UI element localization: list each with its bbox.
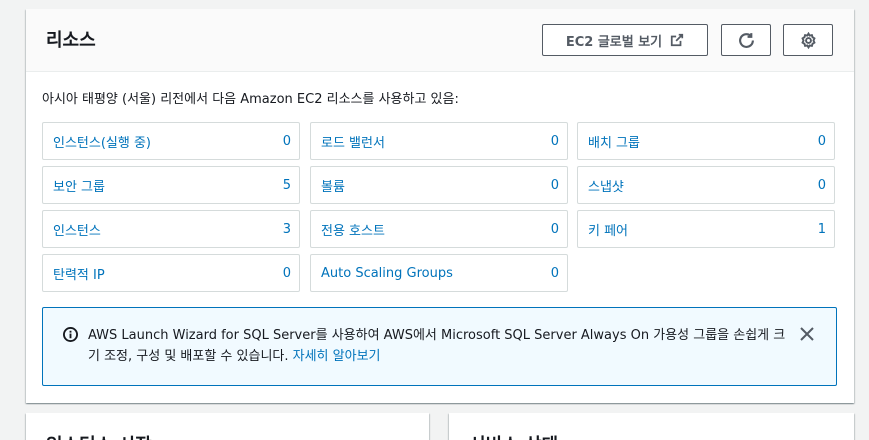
- card-value[interactable]: 1: [818, 222, 826, 237]
- card-label[interactable]: Auto Scaling Groups: [321, 266, 453, 281]
- card-dedicated-hosts[interactable]: 전용 호스트 0: [310, 210, 568, 248]
- card-value[interactable]: 5: [283, 178, 291, 193]
- card-value[interactable]: 0: [818, 134, 826, 149]
- card-label[interactable]: 인스턴스(실행 중): [53, 132, 151, 151]
- card-value[interactable]: 3: [283, 222, 291, 237]
- refresh-icon: [738, 32, 755, 49]
- card-value[interactable]: 0: [551, 178, 559, 193]
- ec2-global-view-button[interactable]: EC2 글로벌 보기: [542, 24, 708, 56]
- resources-header: 리소스 EC2 글로벌 보기: [26, 9, 854, 72]
- card-security-groups[interactable]: 보안 그룹 5: [42, 166, 300, 204]
- card-auto-scaling-groups[interactable]: Auto Scaling Groups 0: [310, 254, 568, 292]
- info-alert: AWS Launch Wizard for SQL Server를 사용하여 A…: [42, 307, 837, 386]
- card-running-instances[interactable]: 인스턴스(실행 중) 0: [42, 122, 300, 160]
- info-alert-text: AWS Launch Wizard for SQL Server를 사용하여 A…: [88, 325, 788, 367]
- refresh-button[interactable]: [721, 24, 771, 56]
- close-icon[interactable]: [799, 326, 815, 346]
- card-value[interactable]: 0: [551, 134, 559, 149]
- card-label[interactable]: 보안 그룹: [53, 176, 105, 195]
- resources-panel: 리소스 EC2 글로벌 보기 아시아 태평양 (서울) 리전에서 다음 Amaz…: [26, 9, 854, 403]
- card-label[interactable]: 배치 그룹: [588, 132, 640, 151]
- card-volumes[interactable]: 볼륨 0: [310, 166, 568, 204]
- card-label[interactable]: 로드 밸런서: [321, 132, 385, 151]
- settings-button[interactable]: [783, 24, 833, 56]
- service-health-title: 서비스 상태: [469, 431, 558, 440]
- learn-more-link[interactable]: 자세히 알아보기: [293, 349, 381, 364]
- card-label[interactable]: 탄력적 IP: [53, 264, 105, 283]
- gear-icon: [800, 31, 817, 49]
- ec2-global-view-label: EC2 글로벌 보기: [565, 34, 663, 50]
- card-value[interactable]: 0: [551, 222, 559, 237]
- card-key-pairs[interactable]: 키 페어 1: [577, 210, 835, 248]
- card-value[interactable]: 0: [283, 134, 291, 149]
- card-instances[interactable]: 인스턴스 3: [42, 210, 300, 248]
- resources-description: 아시아 태평양 (서울) 리전에서 다음 Amazon EC2 리소스를 사용하…: [42, 92, 459, 107]
- card-label[interactable]: 키 페어: [588, 220, 628, 239]
- launch-instance-title: 인스턴스 시작: [46, 431, 152, 440]
- card-label[interactable]: 인스턴스: [53, 220, 101, 239]
- info-icon: [63, 327, 78, 346]
- info-alert-message: AWS Launch Wizard for SQL Server를 사용하여 A…: [88, 328, 786, 364]
- card-value[interactable]: 0: [818, 178, 826, 193]
- card-label[interactable]: 스냅샷: [588, 176, 624, 195]
- card-load-balancers[interactable]: 로드 밸런서 0: [310, 122, 568, 160]
- card-snapshots[interactable]: 스냅샷 0: [577, 166, 835, 204]
- card-elastic-ips[interactable]: 탄력적 IP 0: [42, 254, 300, 292]
- resources-title: 리소스: [46, 30, 96, 51]
- card-value[interactable]: 0: [283, 266, 291, 281]
- card-value[interactable]: 0: [551, 266, 559, 281]
- card-label[interactable]: 전용 호스트: [321, 220, 385, 239]
- launch-instance-panel: 인스턴스 시작: [26, 413, 429, 440]
- card-placement-groups[interactable]: 배치 그룹 0: [577, 122, 835, 160]
- card-label[interactable]: 볼륨: [321, 176, 345, 195]
- external-link-icon: [670, 33, 684, 47]
- service-health-panel: 서비스 상태: [449, 413, 854, 440]
